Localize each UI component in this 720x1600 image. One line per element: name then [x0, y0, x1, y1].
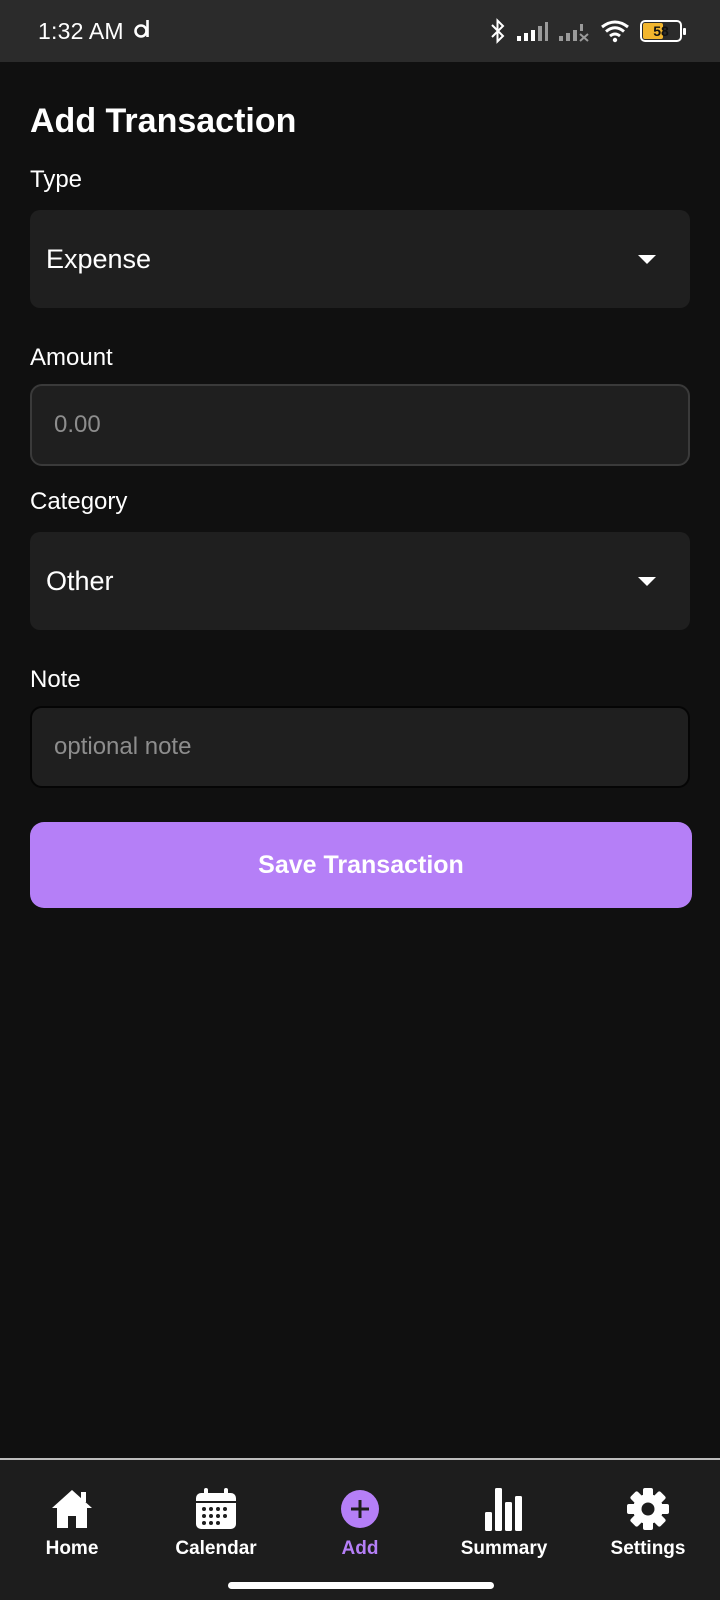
home-icon	[50, 1486, 94, 1532]
status-left: 1:32 AM	[38, 18, 152, 45]
note-input[interactable]	[54, 733, 666, 761]
nav-item-summary[interactable]: Summary	[432, 1486, 576, 1560]
add-icon	[340, 1486, 380, 1532]
nav-label-summary: Summary	[460, 1538, 548, 1559]
nav-label-settings: Settings	[610, 1538, 686, 1559]
signal-strength-icon	[516, 20, 548, 42]
bottom-nav: Home Calendar Add Summary Settings	[0, 1458, 720, 1600]
signal-no-service-icon	[558, 20, 590, 42]
nav-item-home[interactable]: Home	[0, 1486, 144, 1560]
category-select[interactable]: Other	[30, 532, 690, 630]
bluetooth-icon	[490, 18, 506, 44]
category-select-value: Other	[46, 565, 114, 596]
caret-down-icon	[638, 254, 656, 264]
form-content: Add Transaction Type Expense Amount Cate…	[30, 62, 692, 908]
app-notification-icon	[133, 19, 152, 44]
status-time: 1:32 AM	[38, 17, 124, 44]
status-right: 58	[490, 18, 686, 44]
nav-item-settings[interactable]: Settings	[576, 1486, 720, 1560]
type-select[interactable]: Expense	[30, 210, 690, 308]
nav-label-home: Home	[45, 1538, 99, 1559]
type-select-value: Expense	[46, 243, 152, 274]
gear-icon	[626, 1486, 670, 1532]
status-bar: 1:32 AM 58	[0, 0, 720, 62]
note-label: Note	[30, 666, 81, 693]
caret-down-icon	[638, 576, 656, 586]
amount-label: Amount	[30, 344, 113, 371]
note-field	[30, 706, 690, 788]
battery-level: 58	[653, 23, 669, 39]
category-label: Category	[30, 488, 128, 515]
nav-item-calendar[interactable]: Calendar	[144, 1486, 288, 1560]
nav-label-add: Add	[341, 1538, 379, 1559]
nav-label-calendar: Calendar	[175, 1538, 257, 1559]
home-indicator[interactable]	[228, 1582, 494, 1589]
page-title: Add Transaction	[30, 102, 297, 140]
bottom-nav-items: Home Calendar Add Summary Settings	[0, 1460, 720, 1560]
amount-input[interactable]	[54, 411, 666, 439]
amount-field	[30, 384, 690, 466]
add-transaction-screen: 1:32 AM 58 Add Transaction Type Expense …	[0, 0, 720, 1600]
battery-icon: 58	[640, 20, 686, 42]
nav-item-add[interactable]: Add	[288, 1486, 432, 1560]
calendar-icon	[195, 1486, 237, 1532]
bar-chart-icon	[484, 1486, 524, 1532]
save-transaction-button[interactable]: Save Transaction	[30, 822, 692, 908]
wifi-icon	[600, 19, 630, 43]
type-label: Type	[30, 166, 83, 193]
